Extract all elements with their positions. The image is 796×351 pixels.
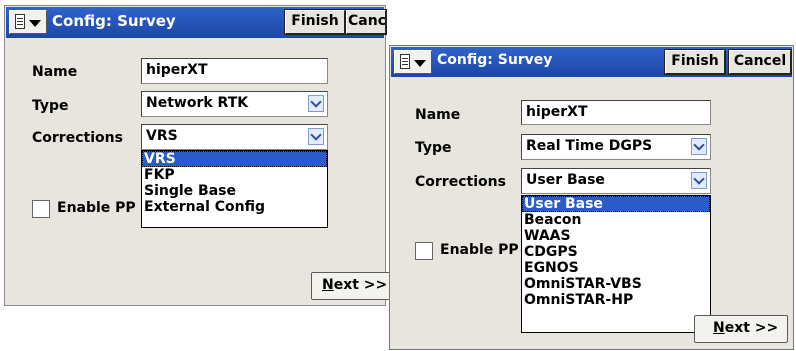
type-select-value: Real Time DGPS: [526, 138, 653, 154]
corrections-select[interactable]: VRS: [141, 124, 328, 150]
corrections-dropdown-list: VRS FKP Single Base External Config: [141, 150, 328, 228]
next-button[interactable]: Next >>: [694, 315, 788, 343]
corrections-option[interactable]: WAAS: [522, 228, 710, 244]
corrections-select[interactable]: User Base: [521, 168, 711, 194]
type-select-value: Network RTK: [146, 95, 249, 111]
chevron-down-icon[interactable]: [691, 138, 707, 155]
window-menu-button[interactable]: [9, 10, 47, 34]
corrections-label: Corrections: [415, 174, 506, 190]
document-icon: [400, 54, 410, 69]
corrections-select-value: VRS: [146, 128, 178, 144]
window-menu-button[interactable]: [394, 50, 432, 74]
corrections-option[interactable]: CDGPS: [522, 244, 710, 260]
cancel-button[interactable]: Cancel: [728, 49, 792, 75]
window-title: Config: Survey: [52, 12, 176, 30]
corrections-select-value: User Base: [526, 172, 605, 188]
name-label: Name: [415, 107, 461, 123]
config-survey-window-right: Config: Survey Finish Cancel Name hiperX…: [389, 45, 794, 350]
type-label: Type: [415, 140, 452, 156]
next-mnemonic: N: [713, 320, 725, 336]
next-mnemonic: N: [322, 277, 334, 293]
corrections-option[interactable]: Single Base: [142, 183, 327, 199]
chevron-down-icon[interactable]: [308, 95, 324, 112]
enable-pp-label: Enable PP: [57, 200, 136, 216]
next-button[interactable]: Next >>: [311, 272, 393, 300]
chevron-down-icon[interactable]: [308, 128, 324, 145]
corrections-option[interactable]: External Config: [142, 199, 327, 215]
config-survey-window-left: Config: Survey Finish Cancel Name hiperX…: [4, 5, 393, 306]
document-icon: [15, 14, 25, 29]
corrections-option[interactable]: OmniSTAR-HP: [522, 292, 710, 308]
window-title: Config: Survey: [437, 52, 553, 68]
title-bar: Config: Survey Finish Cancel: [6, 7, 387, 38]
corrections-option[interactable]: User Base: [522, 196, 710, 212]
corrections-option[interactable]: Beacon: [522, 212, 710, 228]
type-select[interactable]: Network RTK: [141, 91, 328, 117]
name-input[interactable]: hiperXT: [141, 58, 328, 84]
type-label: Type: [32, 98, 69, 114]
name-input[interactable]: hiperXT: [521, 100, 711, 125]
enable-pp-label: Enable PP: [440, 242, 519, 258]
corrections-label: Corrections: [32, 130, 123, 146]
next-label: ext >>: [724, 320, 779, 336]
finish-button[interactable]: Finish: [284, 9, 346, 35]
title-bar: Config: Survey Finish Cancel: [391, 47, 792, 77]
enable-pp-checkbox[interactable]: [415, 242, 433, 260]
cancel-button[interactable]: Cancel: [345, 9, 387, 35]
corrections-option[interactable]: EGNOS: [522, 260, 710, 276]
name-label: Name: [32, 64, 78, 80]
type-select[interactable]: Real Time DGPS: [521, 134, 711, 160]
corrections-option[interactable]: FKP: [142, 167, 327, 183]
finish-button[interactable]: Finish: [664, 49, 726, 75]
dropdown-arrow-icon: [414, 60, 426, 67]
corrections-option[interactable]: VRS: [142, 151, 327, 167]
corrections-dropdown-list: User Base Beacon WAAS CDGPS EGNOS OmniST…: [521, 195, 711, 333]
chevron-down-icon[interactable]: [691, 172, 707, 189]
next-label: ext >>: [333, 277, 388, 293]
dropdown-arrow-icon: [29, 20, 41, 27]
corrections-option[interactable]: OmniSTAR-VBS: [522, 276, 710, 292]
enable-pp-checkbox[interactable]: [32, 200, 50, 218]
